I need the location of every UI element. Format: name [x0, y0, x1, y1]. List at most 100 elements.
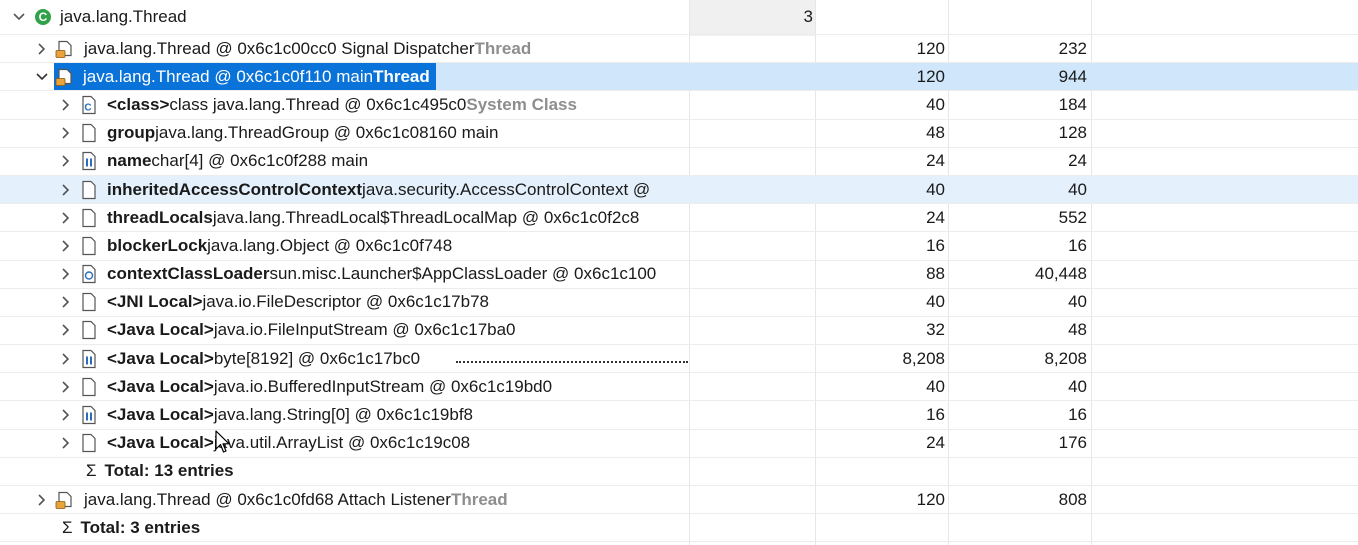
chevron-right-icon[interactable]: [59, 380, 73, 394]
object-ref: java.lang.Object @ 0x6c1c0f748: [207, 235, 453, 255]
tree-row[interactable]: <Java Local> java.lang.String[0] @ 0x6c1…: [0, 401, 1358, 430]
retained-heap: 40: [1068, 376, 1087, 396]
object-type-suffix: System Class: [466, 94, 577, 114]
tree-row[interactable]: <Java Local> java.io.BufferedInputStream…: [0, 373, 1358, 402]
field-name: blockerLock: [107, 235, 208, 255]
object-ref: java.lang.ThreadGroup @ 0x6c1c08160 main: [155, 123, 499, 143]
tree-row[interactable]: name char[4] @ 0x6c1c0f288 main 24 24: [0, 148, 1358, 176]
object-ref: java.lang.String[0] @ 0x6c1c19bf8: [213, 405, 474, 425]
field-name: threadLocals: [107, 207, 213, 227]
chevron-right-icon[interactable]: [59, 323, 73, 337]
object-icon: [80, 180, 98, 199]
object-ref: java.security.AccessControlContext @: [362, 179, 651, 199]
shallow-heap: 24: [926, 151, 945, 171]
retained-heap: 184: [1058, 94, 1087, 114]
total-row: Σ Total: 3 entries: [0, 514, 1358, 543]
retained-heap: 8,208: [1044, 348, 1087, 368]
focus-outline: [456, 360, 688, 365]
object-ref: byte[8192] @ 0x6c1c17bc0: [213, 348, 421, 368]
thread-icon: [55, 490, 73, 509]
field-name: name: [107, 151, 152, 171]
tree-row[interactable]: <Java Local> java.io.FileInputStream @ 0…: [0, 317, 1358, 346]
chevron-right-icon[interactable]: [35, 42, 49, 56]
chevron-right-icon[interactable]: [59, 211, 73, 225]
chevron-right-icon[interactable]: [59, 239, 73, 253]
classloader-icon: [80, 264, 98, 284]
chevron-right-icon[interactable]: [59, 98, 73, 112]
object-ref: java.io.BufferedInputStream @ 0x6c1c19bd…: [213, 376, 553, 396]
retained-heap: 944: [1058, 66, 1087, 86]
tree-row[interactable]: java.lang.Thread @ 0x6c1c0fd68 Attach Li…: [0, 486, 1358, 515]
tree-row[interactable]: contextClassLoader sun.misc.Launcher$App…: [0, 261, 1358, 289]
chevron-right-icon[interactable]: [59, 267, 73, 281]
shallow-heap: 40: [926, 292, 945, 312]
tree-row[interactable]: java.lang.Thread @ 0x6c1c00cc0 Signal Di…: [0, 35, 1358, 64]
retained-heap: 808: [1058, 489, 1087, 509]
object-ref: java.lang.Thread @ 0x6c1c0fd68 Attach Li…: [84, 489, 451, 509]
object-icon: [80, 377, 98, 396]
field-name: inheritedAccessControlContext: [107, 179, 363, 199]
retained-heap: 40: [1068, 179, 1087, 199]
object-icon: [80, 321, 98, 340]
sigma-icon: Σ: [86, 461, 97, 481]
chevron-right-icon[interactable]: [59, 295, 73, 309]
total-label: Total: 3 entries: [80, 517, 201, 537]
object-ref: sun.misc.Launcher$AppClassLoader @ 0x6c1…: [269, 264, 657, 284]
tree-row[interactable]: threadLocals java.lang.ThreadLocal$Threa…: [0, 204, 1358, 233]
shallow-heap: 40: [926, 179, 945, 199]
shallow-heap: 40: [926, 94, 945, 114]
retained-heap: 16: [1068, 235, 1087, 255]
object-icon: [80, 124, 98, 143]
object-icon: [80, 236, 98, 256]
retained-heap: 16: [1068, 405, 1087, 425]
chevron-right-icon[interactable]: [59, 154, 73, 168]
shallow-heap: 16: [926, 235, 945, 255]
chevron-right-icon[interactable]: [59, 436, 73, 450]
class-icon: C: [34, 8, 52, 26]
tree-row[interactable]: C <class> class java.lang.Thread @ 0x6c1…: [0, 91, 1358, 120]
tree-row[interactable]: group java.lang.ThreadGroup @ 0x6c1c0816…: [0, 120, 1358, 148]
tree-row[interactable]: <JNI Local> java.io.FileDescriptor @ 0x6…: [0, 289, 1358, 317]
shallow-heap: 24: [926, 207, 945, 227]
field-name: <JNI Local>: [107, 292, 203, 312]
array-icon: [80, 405, 98, 425]
retained-heap: 40: [1068, 292, 1087, 312]
tree-row-selected[interactable]: java.lang.Thread @ 0x6c1c0f110 main Thre…: [0, 63, 1358, 92]
shallow-heap: 32: [926, 320, 945, 340]
array-icon: [80, 152, 98, 171]
object-icon: [80, 293, 98, 312]
shallow-heap: 40: [926, 376, 945, 396]
chevron-right-icon[interactable]: [59, 408, 73, 422]
chevron-right-icon[interactable]: [59, 126, 73, 140]
tree-row[interactable]: <Java Local> java.util.ArrayList @ 0x6c1…: [0, 430, 1358, 458]
chevron-down-icon[interactable]: [35, 70, 49, 84]
chevron-right-icon[interactable]: [35, 493, 49, 507]
tree-row-hovered[interactable]: inheritedAccessControlContext java.secur…: [0, 175, 1358, 205]
retained-heap: 48: [1068, 320, 1087, 340]
tree-row-root[interactable]: C java.lang.Thread 3: [0, 0, 1358, 35]
thread-icon: [55, 39, 73, 58]
field-name: <class>: [107, 94, 170, 114]
chevron-right-icon[interactable]: [59, 352, 73, 366]
field-name: <Java Local>: [107, 376, 214, 396]
tree-row-focused[interactable]: <Java Local> byte[8192] @ 0x6c1c17bc0 8,…: [0, 345, 1358, 374]
shallow-heap: 16: [926, 405, 945, 425]
tree-row[interactable]: blockerLock java.lang.Object @ 0x6c1c0f7…: [0, 232, 1358, 261]
sigma-icon: Σ: [62, 517, 73, 537]
object-ref: java.lang.Thread @ 0x6c1c00cc0 Signal Di…: [84, 38, 475, 58]
class-object-icon: C: [80, 95, 98, 115]
field-name: contextClassLoader: [107, 264, 270, 284]
chevron-down-icon[interactable]: [12, 10, 26, 24]
chevron-right-icon[interactable]: [59, 183, 73, 197]
thread-icon: [55, 67, 73, 86]
heap-tree[interactable]: C java.lang.Thread 3 java.lang.Thread @ …: [0, 7, 1358, 543]
object-ref: java.util.ArrayList @ 0x6c1c19c08: [213, 433, 471, 453]
shallow-heap: 48: [926, 123, 945, 143]
mouse-cursor-icon: [215, 430, 230, 453]
svg-text:C: C: [39, 10, 48, 24]
total-label: Total: 13 entries: [104, 461, 234, 481]
object-ref: java.lang.Thread @ 0x6c1c0f110 main: [83, 66, 374, 86]
retained-heap: 552: [1058, 207, 1087, 227]
object-ref: char[4] @ 0x6c1c0f288 main: [151, 151, 369, 171]
shallow-heap: 120: [916, 66, 945, 86]
